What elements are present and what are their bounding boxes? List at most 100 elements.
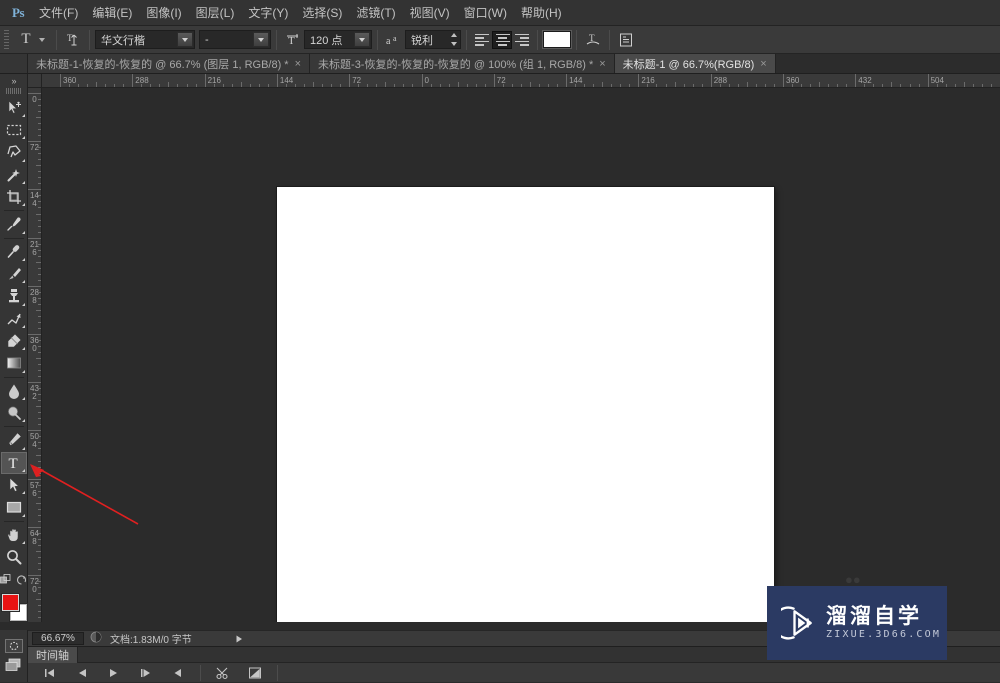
svg-text:a: a [386, 36, 391, 47]
reset-arrow-icon[interactable] [16, 572, 27, 590]
tools-panel-collapse-button[interactable]: » [0, 74, 27, 87]
document-tab-2[interactable]: 未标题-3-恢复的-恢复的-恢复的 @ 100% (组 1, RGB/8) * … [310, 54, 615, 73]
font-style-select[interactable]: - [199, 30, 271, 49]
hand-tool[interactable] [1, 523, 27, 545]
next-frame-button[interactable] [130, 664, 162, 682]
go-to-first-frame-button[interactable] [34, 664, 66, 682]
menu-window[interactable]: 窗口(W) [457, 0, 514, 25]
document-canvas[interactable] [277, 187, 774, 622]
horizontal-ruler[interactable]: 3602882161447207214421628836043250457664… [42, 74, 1000, 88]
character-panel-icon[interactable] [615, 30, 637, 50]
zoom-tool[interactable] [1, 546, 27, 568]
ruler-major-tick [28, 479, 42, 480]
tools-panel-grip[interactable] [6, 88, 22, 94]
dodge-tool[interactable] [1, 402, 27, 424]
path-selection-tool[interactable] [1, 474, 27, 496]
magic-wand-tool[interactable] [1, 164, 27, 186]
crop-tool[interactable] [1, 186, 27, 208]
ruler-major-tick [28, 575, 42, 576]
menu-edit[interactable]: 编辑(E) [85, 0, 139, 25]
quick-mask-mode-icon[interactable] [4, 638, 24, 654]
edit-toolbar-icon[interactable] [0, 572, 11, 590]
healing-brush-tool[interactable] [1, 241, 27, 263]
brush-tool[interactable] [1, 263, 27, 285]
align-left-button[interactable] [472, 31, 492, 49]
history-brush-tool[interactable] [1, 308, 27, 330]
close-icon[interactable]: × [760, 58, 766, 70]
split-clip-button[interactable] [207, 664, 239, 682]
document-icon[interactable] [90, 631, 102, 646]
divider [89, 30, 90, 50]
work-area: » [0, 74, 1000, 622]
font-style-value: - [205, 34, 209, 46]
zoom-level-input[interactable]: 66.67% [32, 632, 84, 645]
menu-filter[interactable]: 滤镜(T) [349, 0, 402, 25]
anti-alias-select[interactable]: 锐利 [405, 30, 461, 49]
ruler-major-tick [783, 74, 784, 88]
eraser-tool[interactable] [1, 330, 27, 352]
gradient-tool[interactable] [1, 352, 27, 374]
eyedropper-tool[interactable] [1, 213, 27, 235]
status-play-arrow-icon[interactable] [232, 632, 246, 645]
screen-mode-icon[interactable] [5, 658, 23, 678]
font-size-select[interactable]: 120 点 [304, 30, 372, 49]
ruler-major-tick [28, 382, 42, 383]
ruler-major-tick [28, 334, 42, 335]
anti-alias-icon: a a [383, 30, 405, 50]
last-frame-button[interactable] [162, 664, 194, 682]
type-tool-preset-icon[interactable]: T [15, 29, 37, 51]
move-tool[interactable] [1, 97, 27, 119]
svg-text:T: T [8, 456, 17, 472]
canvas-scroll-area[interactable] [42, 88, 1000, 622]
menu-select[interactable]: 选择(S) [295, 0, 349, 25]
tab-timeline[interactable]: 时间轴 [28, 647, 78, 663]
font-size-chevron-down-icon[interactable] [354, 32, 370, 47]
close-icon[interactable]: × [599, 58, 605, 70]
vertical-ruler[interactable]: 072144216288360432504576648720792 [28, 88, 42, 622]
align-right-button[interactable] [512, 31, 532, 49]
ruler-origin-corner[interactable] [28, 74, 42, 88]
tools-bottom-strip [0, 630, 28, 682]
foreground-color-swatch[interactable] [2, 594, 19, 611]
anti-alias-stepper[interactable] [449, 33, 458, 46]
menu-type[interactable]: 文字(Y) [241, 0, 295, 25]
font-family-chevron-down-icon[interactable] [177, 32, 193, 47]
close-icon[interactable]: × [295, 58, 301, 70]
tool-preset-chevron-down-icon[interactable] [39, 38, 45, 42]
document-tab-bar: 未标题-1-恢复的-恢复的 @ 66.7% (图层 1, RGB/8) * × … [0, 54, 1000, 74]
menu-help[interactable]: 帮助(H) [514, 0, 569, 25]
options-bar-grip[interactable] [2, 29, 11, 51]
svg-text:T: T [67, 33, 73, 43]
pen-tool[interactable] [1, 429, 27, 451]
font-family-select[interactable]: 华文行楷 [95, 30, 195, 49]
color-swatches[interactable] [1, 594, 27, 622]
menu-file[interactable]: 文件(F) [32, 0, 85, 25]
marquee-tool[interactable] [1, 119, 27, 141]
document-tab-1[interactable]: 未标题-1-恢复的-恢复的 @ 66.7% (图层 1, RGB/8) * × [28, 54, 310, 73]
text-color-swatch[interactable] [543, 31, 571, 48]
divider [276, 30, 277, 50]
tools-divider [4, 521, 24, 522]
blur-tool[interactable] [1, 380, 27, 402]
transition-button[interactable] [239, 664, 271, 682]
menu-bar: Ps 文件(F) 编辑(E) 图像(I) 图层(L) 文字(Y) 选择(S) 滤… [0, 0, 1000, 26]
divider [200, 665, 201, 681]
text-orientation-icon[interactable]: T [62, 30, 84, 50]
align-center-button[interactable] [492, 31, 512, 49]
tools-panel: » [0, 74, 28, 622]
menu-layer[interactable]: 图层(L) [189, 0, 242, 25]
menu-image[interactable]: 图像(I) [139, 0, 188, 25]
rectangle-tool[interactable] [1, 496, 27, 518]
lasso-tool[interactable] [1, 141, 27, 163]
play-button[interactable] [98, 664, 130, 682]
clone-stamp-tool[interactable] [1, 285, 27, 307]
divider [56, 30, 57, 50]
font-size-value: 120 点 [310, 32, 342, 48]
menu-view[interactable]: 视图(V) [403, 0, 457, 25]
document-tab-3[interactable]: 未标题-1 @ 66.7%(RGB/8) × [615, 54, 776, 73]
type-tool[interactable]: T [1, 452, 27, 474]
font-style-chevron-down-icon[interactable] [253, 32, 269, 47]
chevron-double-right-icon: » [11, 76, 15, 86]
previous-frame-button[interactable] [66, 664, 98, 682]
warp-text-icon[interactable]: T [582, 30, 604, 50]
